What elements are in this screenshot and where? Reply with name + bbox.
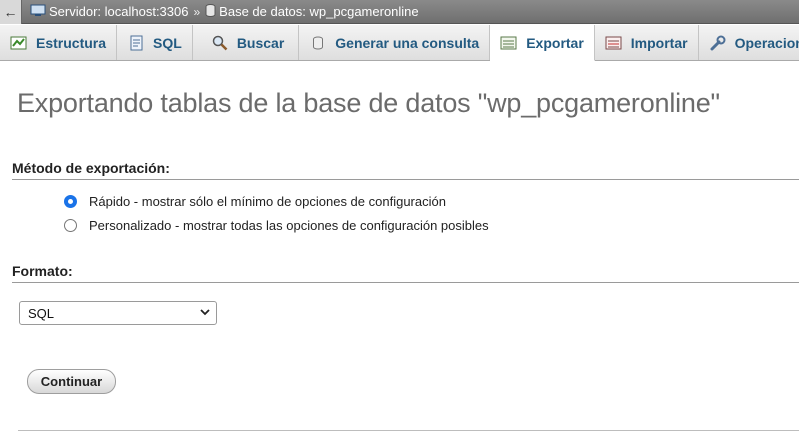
query-icon bbox=[309, 35, 327, 51]
continue-button[interactable]: Continuar bbox=[27, 369, 116, 394]
export-method-option-custom[interactable]: Personalizado - mostrar todas las opcion… bbox=[64, 218, 489, 233]
tab-label: SQL bbox=[153, 34, 182, 51]
export-method-heading: Método de exportación: bbox=[12, 160, 799, 180]
format-select[interactable]: SQL bbox=[19, 301, 217, 325]
export-method-option-quick[interactable]: Rápido - mostrar sólo el mínimo de opcio… bbox=[64, 194, 446, 209]
breadcrumb-separator: » bbox=[193, 4, 201, 19]
back-button[interactable]: ← bbox=[0, 0, 22, 24]
breadcrumb-database[interactable]: Base de datos: wp_pcgameronline bbox=[205, 3, 419, 20]
search-icon bbox=[211, 35, 229, 51]
bottom-divider bbox=[18, 430, 799, 431]
wrench-icon bbox=[709, 35, 727, 51]
tab-bar: Estructura SQL Buscar Generar una consul… bbox=[0, 25, 799, 61]
tab-operaciones[interactable]: Operaciones bbox=[699, 25, 799, 60]
structure-icon bbox=[10, 35, 28, 51]
page-title: Exportando tablas de la base de datos "w… bbox=[17, 88, 720, 118]
chevron-down-icon bbox=[200, 308, 210, 319]
server-icon bbox=[30, 4, 46, 20]
tab-importar[interactable]: Importar bbox=[595, 25, 699, 60]
tab-sql[interactable]: SQL bbox=[117, 25, 193, 60]
tab-label: Generar una consulta bbox=[335, 34, 480, 51]
radio-custom-label[interactable]: Personalizado - mostrar todas las opcion… bbox=[89, 218, 489, 233]
breadcrumb-database-label[interactable]: Base de datos: wp_pcgameronline bbox=[219, 4, 418, 19]
tab-label: Exportar bbox=[526, 34, 584, 51]
tab-label: Buscar bbox=[236, 34, 285, 51]
tab-label: Estructura bbox=[36, 34, 107, 51]
radio-quick[interactable] bbox=[64, 195, 77, 208]
format-select-value: SQL bbox=[28, 305, 55, 321]
format-heading: Formato: bbox=[12, 263, 799, 283]
radio-custom[interactable] bbox=[64, 219, 77, 232]
breadcrumb-server-label[interactable]: Servidor: localhost:3306 bbox=[49, 4, 188, 19]
tab-estructura[interactable]: Estructura bbox=[0, 25, 118, 60]
radio-quick-label[interactable]: Rápido - mostrar sólo el mínimo de opcio… bbox=[89, 194, 446, 209]
tab-label: Operaciones bbox=[734, 34, 799, 51]
database-icon bbox=[205, 3, 216, 20]
breadcrumb-server[interactable]: Servidor: localhost:3306 bbox=[30, 4, 188, 20]
import-icon bbox=[605, 35, 623, 51]
tab-generar-consulta[interactable]: Generar una consulta bbox=[299, 25, 491, 60]
tab-buscar[interactable]: Buscar bbox=[193, 25, 300, 60]
sql-icon bbox=[127, 35, 145, 51]
tab-label: Importar bbox=[630, 34, 688, 51]
tab-exportar[interactable]: Exportar bbox=[490, 25, 595, 61]
breadcrumb: ← Servidor: localhost:3306 » Base de dat… bbox=[0, 0, 799, 24]
export-icon bbox=[500, 35, 518, 51]
